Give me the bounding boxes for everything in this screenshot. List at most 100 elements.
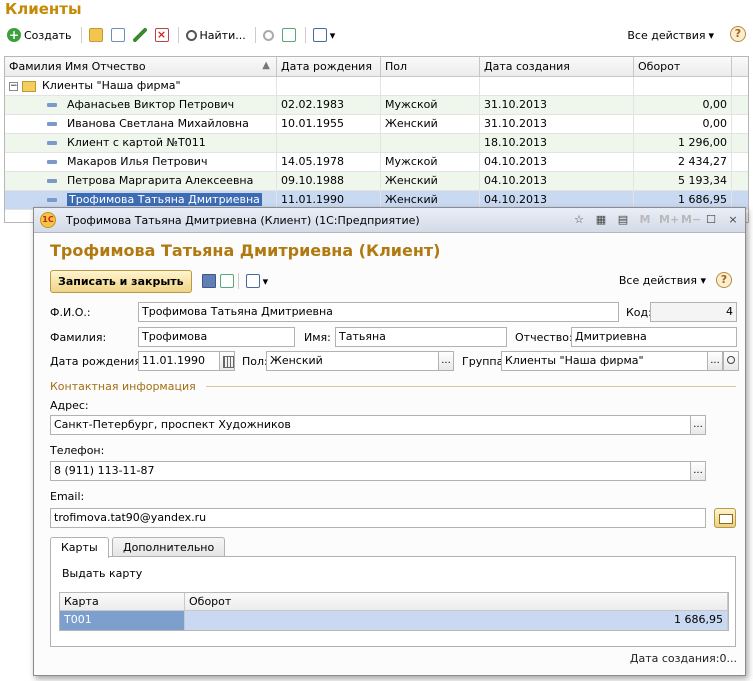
collapse-icon[interactable]: − (9, 81, 18, 91)
cards-table[interactable]: Карта Оборот Т001 1 686,95 (59, 592, 729, 631)
table-cell (381, 134, 480, 152)
fio-field[interactable]: Трофимова Татьяна Дмитриевна (138, 302, 619, 322)
group-select-button[interactable]: ... (707, 351, 723, 371)
created-date-label: Дата создания:0... (629, 652, 737, 665)
issue-card-link[interactable]: Выдать карту (62, 567, 142, 580)
find-label: Найти... (199, 28, 246, 42)
pencil-icon (132, 28, 147, 42)
table-row[interactable]: Афанасьев Виктор Петрович 02.02.1983 Муж… (5, 96, 748, 115)
post-report-icon[interactable] (219, 274, 234, 288)
maximize-icon[interactable]: ☐ (703, 212, 719, 228)
chevron-down-icon: ▾ (262, 274, 269, 288)
phone-edit-button[interactable]: ... (690, 461, 706, 481)
group-field[interactable]: Клиенты "Наша фирма" (501, 351, 709, 371)
calendar-icon[interactable] (219, 351, 235, 371)
table-cell: 0,00 (634, 115, 732, 133)
memory-plus-button[interactable]: M+ (659, 212, 679, 228)
favorites-icon[interactable]: ☆ (571, 212, 587, 228)
table-row[interactable]: Иванова Светлана Михайловна 10.01.1955 Ж… (5, 115, 748, 134)
phone-field[interactable]: 8 (911) 113-11-87 (50, 461, 691, 481)
chart-dropdown-button[interactable]: ▾ (310, 25, 339, 45)
address-edit-button[interactable]: ... (690, 415, 706, 435)
table-cell: 04.10.2013 (480, 153, 634, 171)
first-name-field[interactable]: Татьяна (335, 327, 507, 347)
item-icon (47, 160, 57, 164)
help-icon: ? (716, 272, 732, 288)
save-and-close-button[interactable]: Записать и закрыть (50, 269, 192, 293)
copy-button[interactable] (108, 25, 128, 45)
toolbar-separator (80, 27, 82, 43)
window-title-bar[interactable]: 1С Трофимова Татьяна Дмитриевна (Клиент)… (34, 208, 745, 233)
client-name: Афанасьев Виктор Петрович (67, 98, 235, 111)
surname-label: Фамилия: (50, 331, 107, 344)
address-field[interactable]: Санкт-Петербург, проспект Художников (50, 415, 691, 435)
email-field[interactable]: trofimova.tat90@yandex.ru (50, 508, 706, 528)
table-cell: Афанасьев Виктор Петрович (5, 96, 277, 114)
close-icon[interactable]: × (725, 212, 741, 228)
table-row[interactable]: Макаров Илья Петрович 14.05.1978 Мужской… (5, 153, 748, 172)
table-cell: 14.05.1978 (277, 153, 381, 171)
table-row-group[interactable]: − Клиенты "Наша фирма" (5, 77, 748, 96)
memory-minus-button[interactable]: M− (681, 212, 701, 228)
save-icon[interactable] (201, 274, 216, 288)
table-header: Фамилия Имя Отчество ▲ Дата рождения Пол… (5, 57, 748, 77)
birth-date-field[interactable]: 11.01.1990 (138, 351, 222, 371)
table-cell: Петрова Маргарита Алексеевна (5, 172, 277, 190)
client-name: Клиент с картой №Т011 (67, 136, 206, 149)
help-button[interactable]: ? (730, 26, 746, 42)
table-row[interactable]: Петрова Маргарита Алексеевна 09.10.1988 … (5, 172, 748, 191)
code-field[interactable]: 4 (650, 302, 737, 322)
table-row[interactable]: Т001 1 686,95 (60, 611, 728, 630)
search-icon (185, 29, 197, 41)
tab-cards-panel: Выдать карту Карта Оборот Т001 1 686,95 (50, 556, 736, 647)
create-button[interactable]: + Создать (4, 25, 75, 45)
table-cell: Клиент с картой №Т011 (5, 134, 277, 152)
form-all-actions-button[interactable]: Все действия ▾ (619, 274, 706, 287)
column-header-created[interactable]: Дата создания (480, 57, 634, 76)
column-header-turnover[interactable]: Оборот (185, 593, 728, 610)
sex-select-button[interactable]: ... (438, 351, 454, 371)
clients-table[interactable]: Фамилия Имя Отчество ▲ Дата рождения Пол… (4, 56, 749, 223)
cards-table-header: Карта Оборот (60, 593, 728, 611)
table-cell: Мужской (381, 153, 480, 171)
tab-additional[interactable]: Дополнительно (112, 537, 226, 557)
tab-cards[interactable]: Карты (50, 537, 109, 558)
calendar-icon[interactable]: ▤ (615, 212, 631, 228)
table-row[interactable]: Клиент с картой №Т011 18.10.2013 1 296,0… (5, 134, 748, 153)
column-header-name[interactable]: Фамилия Имя Отчество ▲ (5, 57, 277, 76)
create-group-button[interactable] (86, 25, 106, 45)
send-email-button[interactable] (714, 508, 736, 528)
copy-icon (110, 28, 125, 42)
form-help-button[interactable]: ? (716, 272, 732, 288)
memory-button[interactable]: M (637, 212, 653, 228)
chart-icon (312, 28, 327, 42)
folder-add-icon (88, 28, 103, 42)
sex-field[interactable]: Женский (266, 351, 440, 371)
group-open-button[interactable] (723, 351, 739, 371)
all-actions-button[interactable]: Все действия ▾ (624, 25, 717, 45)
report-button[interactable] (279, 25, 299, 45)
cancel-search-icon (262, 29, 274, 41)
code-label: Код: (626, 306, 652, 319)
column-header-turnover[interactable]: Оборот (634, 57, 732, 76)
surname-field[interactable]: Трофимова (138, 327, 295, 347)
phone-label: Телефон: (50, 444, 105, 457)
calculator-icon[interactable]: ▦ (593, 212, 609, 228)
find-button[interactable]: Найти... (183, 25, 249, 45)
column-header-birth[interactable]: Дата рождения (277, 57, 381, 76)
item-icon (47, 141, 57, 145)
form-chart-dropdown[interactable]: ▾ (243, 271, 272, 291)
cancel-search-button[interactable] (260, 25, 277, 45)
column-header-label: Фамилия Имя Отчество (9, 60, 146, 73)
plus-icon: + (7, 28, 21, 42)
delete-button[interactable]: × (152, 25, 172, 45)
table-cell (480, 77, 634, 95)
form-tabs: Карты Дополнительно Выдать карту Карта О… (50, 537, 736, 647)
contact-info-group-label: Контактная информация (50, 380, 196, 393)
patronymic-field[interactable]: Дмитриевна (571, 327, 737, 347)
edit-button[interactable] (130, 25, 150, 45)
sort-icon: ▲ (262, 60, 270, 71)
column-header-sex[interactable]: Пол (381, 57, 480, 76)
table-cell: Женский (381, 115, 480, 133)
column-header-card[interactable]: Карта (60, 593, 185, 610)
